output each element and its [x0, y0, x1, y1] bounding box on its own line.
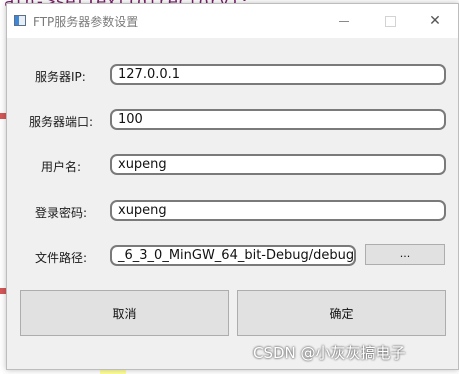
close-icon: ✕ [429, 13, 441, 29]
ftp-settings-dialog: FTP服务器参数设置 ✕ 服务器IP: 127.0.0.1 服务器端口: 100… [6, 3, 459, 370]
window-title: FTP服务器参数设置 [33, 15, 139, 29]
csdn-watermark: CSDN @小灰灰搞电子 [253, 344, 406, 362]
ok-button[interactable]: 确定 [237, 290, 446, 336]
server-ip-label: 服务器IP: [35, 70, 86, 84]
password-label: 登录密码: [35, 206, 88, 220]
app-window-icon [14, 15, 26, 26]
server-port-input[interactable]: 100 [110, 109, 446, 130]
server-ip-input[interactable]: 127.0.0.1 [110, 64, 446, 85]
maximize-button[interactable] [367, 4, 413, 38]
browse-button[interactable]: ... [365, 244, 445, 265]
file-path-input[interactable]: _6_3_0_MinGW_64_bit-Debug/debug/test [110, 245, 356, 266]
server-port-label: 服务器端口: [29, 115, 94, 129]
close-button[interactable]: ✕ [412, 4, 458, 38]
username-label: 用户名: [41, 160, 82, 174]
file-path-label: 文件路径: [35, 251, 88, 265]
title-bar: FTP服务器参数设置 ✕ [7, 4, 458, 38]
username-input[interactable]: xupeng [110, 154, 446, 175]
minimize-button[interactable] [321, 4, 367, 38]
minimize-icon [339, 20, 349, 22]
password-input[interactable]: xupeng [110, 200, 446, 221]
maximize-icon [384, 15, 396, 27]
cancel-button[interactable]: 取消 [20, 290, 229, 336]
